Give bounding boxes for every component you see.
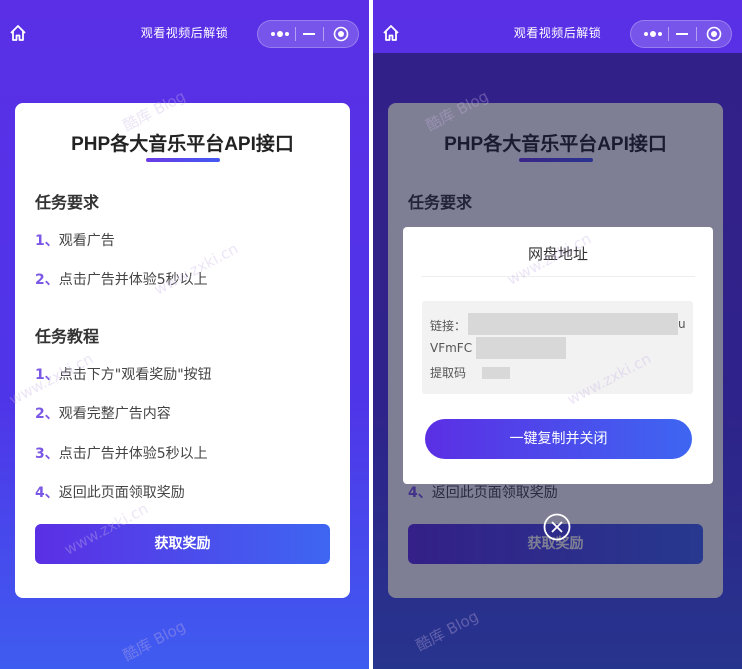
task-card: PHP各大音乐平台API接口 任务要求 1、观看广告 2、点击广告并体验5秒以上… xyxy=(15,103,350,598)
menu-capsule xyxy=(630,20,732,48)
list-item: 3、点击广告并体验5秒以上 xyxy=(35,446,208,462)
list-item: 1、观看广告 xyxy=(35,233,115,249)
title-underline xyxy=(146,158,220,162)
more-icon[interactable] xyxy=(269,28,291,40)
phone-screen-modal: 观看视频后解锁 PHP各大音乐平台API接口 任务要求 4、返回此页面领取奖励 … xyxy=(373,0,742,669)
netdisk-modal: 网盘地址 链接： u VFmFC 提取码 一键复制并关闭 xyxy=(403,227,713,484)
more-icon[interactable] xyxy=(642,28,664,40)
menu-capsule xyxy=(257,20,359,48)
capsule-divider xyxy=(323,27,324,41)
list-item: 4、返回此页面领取奖励 xyxy=(35,485,185,501)
tutorial-heading: 任务教程 xyxy=(35,327,100,346)
redacted-link xyxy=(476,337,566,359)
phone-screen-task: 观看视频后解锁 PHP各大音乐平台API接口 任务要求 1、观看广告 2、点击广… xyxy=(0,0,369,669)
link-line2: VFmFC xyxy=(430,341,473,355)
nav-bar: 观看视频后解锁 xyxy=(0,0,369,64)
close-circle-icon[interactable] xyxy=(543,513,571,541)
code-label: 提取码 xyxy=(430,366,467,380)
capsule-divider xyxy=(295,27,296,41)
copy-and-close-button[interactable]: 一键复制并关闭 xyxy=(425,419,692,459)
redacted-link xyxy=(468,313,678,335)
list-item: 2、观看完整广告内容 xyxy=(35,406,171,422)
minimize-icon[interactable] xyxy=(302,27,316,41)
link-box: 链接： u VFmFC 提取码 xyxy=(422,301,693,394)
link-tail: u xyxy=(678,317,686,331)
close-mini-program-icon[interactable] xyxy=(333,26,349,42)
requirements-heading: 任务要求 xyxy=(35,193,100,212)
capsule-divider xyxy=(696,27,697,41)
capsule-divider xyxy=(668,27,669,41)
watermark: 酷库 Blog xyxy=(119,617,189,665)
minimize-icon[interactable] xyxy=(675,27,689,41)
link-label: 链接： xyxy=(430,319,467,333)
close-mini-program-icon[interactable] xyxy=(706,26,722,42)
card-title: PHP各大音乐平台API接口 xyxy=(71,134,294,155)
redacted-code xyxy=(482,367,510,379)
modal-divider xyxy=(421,276,695,277)
